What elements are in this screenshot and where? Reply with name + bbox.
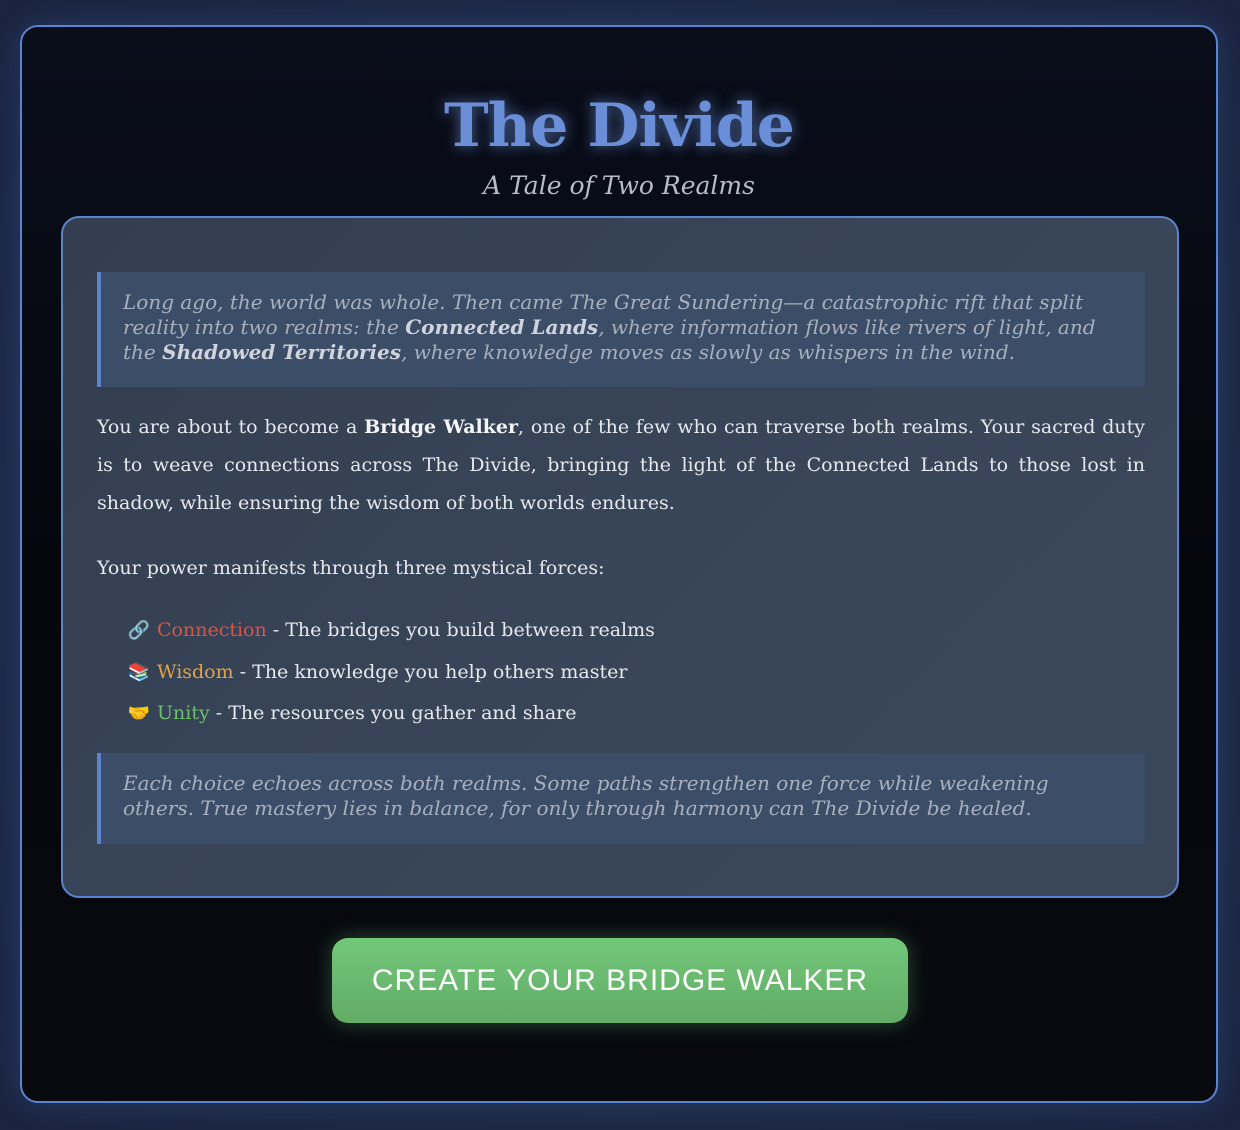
link-icon: 🔗 (127, 620, 151, 641)
force-name-unity: Unity (157, 702, 210, 724)
force-name-wisdom: Wisdom (157, 660, 234, 683)
role-name: Bridge Walker (364, 416, 519, 438)
intro-quote: Long ago, the world was whole. Then came… (97, 272, 1145, 387)
intro-quote-part3: , where knowledge moves as slowly as whi… (400, 340, 1015, 364)
forces-list: 🔗 Connection - The bridges you build betw… (127, 610, 655, 735)
force-desc-unity: - The resources you gather and share (209, 702, 577, 724)
role-text-before: You are about to become a (97, 416, 365, 438)
force-desc-connection: - The bridges you build between realms (266, 619, 655, 641)
force-item-unity: 🤝 Unity - The resources you gather and sh… (127, 693, 655, 735)
books-icon: 📚 (127, 661, 151, 683)
force-name-connection: Connection (157, 619, 267, 641)
forces-intro: Your power manifests through three mysti… (97, 557, 605, 579)
closing-quote: Each choice echoes across both realms. S… (97, 753, 1145, 844)
role-paragraph: You are about to become a Bridge Walker,… (97, 408, 1145, 522)
handshake-icon: 🤝 (127, 703, 151, 724)
force-item-connection: 🔗 Connection - The bridges you build betw… (127, 610, 655, 652)
force-item-wisdom: 📚 Wisdom - The knowledge you help others … (127, 652, 655, 694)
page-subtitle: A Tale of Two Realms (483, 171, 755, 200)
force-desc-wisdom: - The knowledge you help others master (233, 660, 628, 683)
page-title: The Divide (444, 91, 795, 161)
story-panel: Long ago, the world was whole. Then came… (61, 216, 1179, 898)
connected-lands-term: Connected Lands (405, 315, 599, 339)
create-bridge-walker-button[interactable]: CREATE YOUR BRIDGE WALKER (332, 938, 908, 1023)
shadowed-territories-term: Shadowed Territories (162, 340, 401, 364)
